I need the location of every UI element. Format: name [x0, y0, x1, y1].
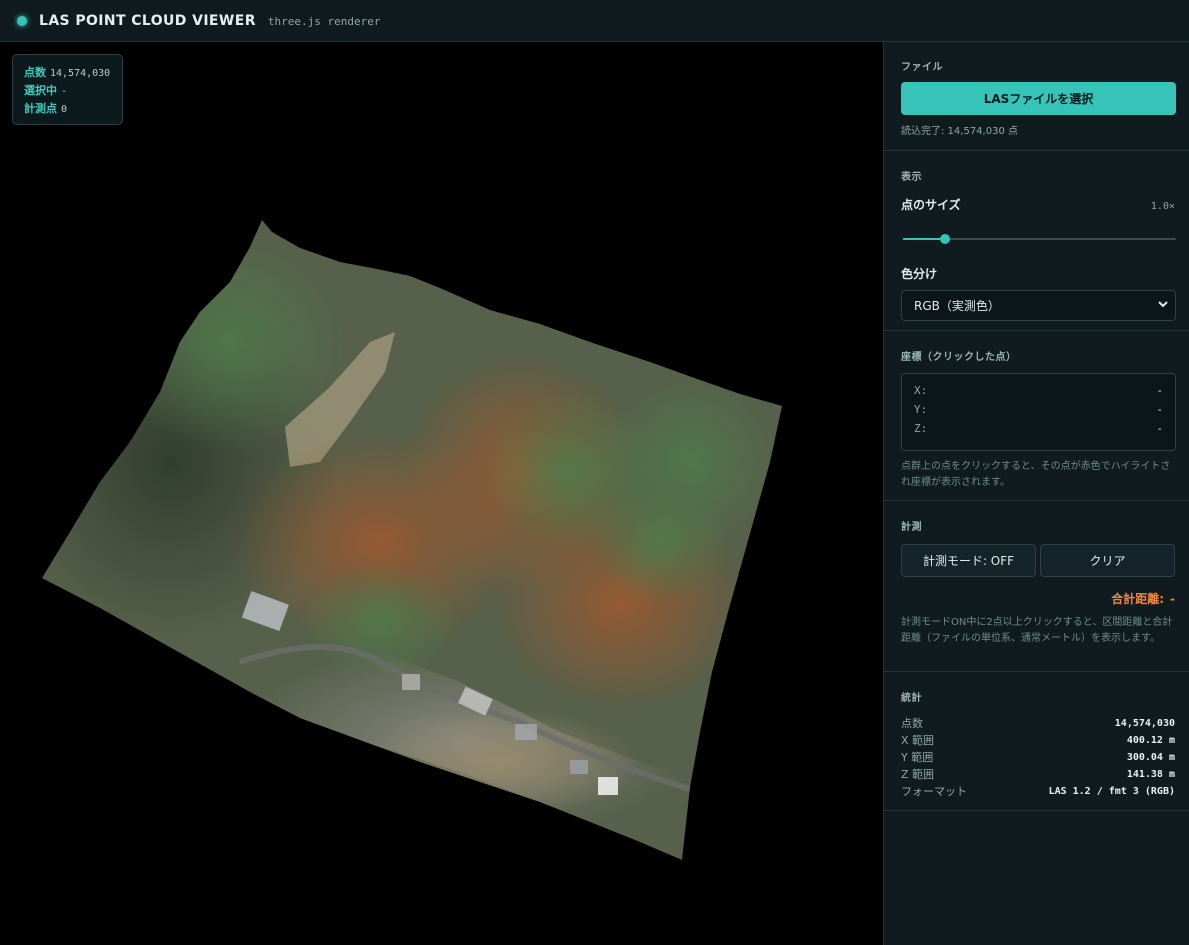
coordinate-help: 点群上の点をクリックすると、その点が赤色でハイライトされ座標が表示されます。	[901, 461, 1171, 488]
app-subtitle: three.js renderer	[267, 15, 381, 28]
clear-button[interactable]: クリア	[1040, 544, 1175, 577]
slider-fill	[903, 238, 946, 240]
stats-table: 点数 14,574,030 X 範囲 400.12 m Y 範囲 300.04 m Z…	[901, 715, 1175, 800]
measure-mode-button[interactable]: 計測モード: OFF	[901, 544, 1036, 577]
measure-buttons: 計測モード: OFF クリア	[901, 544, 1175, 577]
coordinate-readout: X: - Y: - Z: -	[901, 373, 1176, 451]
coord-x: X: -	[914, 384, 1163, 397]
select-las-file-button[interactable]: LASファイルを選択	[901, 82, 1176, 115]
statistics-section: 統計 点数 14,574,030 X 範囲 400.12 m Y 範囲 300.04 …	[884, 672, 1189, 811]
measure-section: 計測 計測モード: OFF クリア 合計距離: - 計測モードON中に2点以上クリ…	[884, 501, 1189, 672]
hud-selected: 選択中 -	[24, 84, 68, 97]
total-distance-label: 合計距離:	[1111, 592, 1165, 606]
coordinate-section: 座標（クリックした点） X: - Y: - Z: - 点群上の点をクリックすると、その…	[884, 331, 1189, 501]
display-section: 表示 点のサイズ 1.0× 色分け RGB（実測色）	[884, 151, 1189, 331]
section-title-measure: 計測	[901, 522, 922, 533]
app-title: LAS POINT CLOUD VIEWER	[39, 12, 256, 29]
color-mode-label: 色分け	[901, 267, 938, 281]
status-dot-icon	[17, 15, 27, 26]
section-title-stats: 統計	[901, 693, 922, 704]
section-title-coords: 座標（クリックした点）	[901, 352, 1017, 363]
section-title-file: ファイル	[901, 62, 943, 73]
slider-thumb[interactable]	[940, 234, 951, 244]
stat-row-format: フォーマット LAS 1.2 / fmt 3 (RGB)	[901, 785, 1175, 798]
color-mode-select[interactable]: RGB（実測色）	[901, 290, 1176, 321]
point-size-row: 点のサイズ 1.0×	[901, 196, 1175, 213]
stat-row-z-range: Z 範囲 141.38 m	[901, 768, 1175, 781]
point-size-label: 点のサイズ	[901, 198, 961, 212]
point-cloud-render[interactable]	[0, 42, 883, 945]
section-title-display: 表示	[901, 172, 922, 183]
stat-row-y-range: Y 範囲 300.04 m	[901, 751, 1175, 764]
color-mode-selected: RGB（実測色）	[914, 299, 1000, 313]
stat-row-x-range: X 範囲 400.12 m	[901, 734, 1175, 747]
total-distance-value: -	[1170, 592, 1175, 606]
hud-point-count: 点数 14,574,030	[24, 66, 111, 79]
stat-row-points: 点数 14,574,030	[901, 717, 1175, 730]
point-size-value: 1.0×	[1150, 201, 1175, 212]
load-status: 読込完了: 14,574,030 点	[901, 126, 1018, 137]
measure-help: 計測モードON中に2点以上クリックすると、区間距離と合計距離（ファイルの単位系、…	[901, 617, 1173, 644]
stats-overlay: 点数 14,574,030 選択中 - 計測点 0	[12, 54, 123, 125]
point-size-slider[interactable]	[901, 229, 1176, 249]
app-header: LAS POINT CLOUD VIEWER three.js renderer	[0, 0, 1189, 42]
control-panel: ファイル LASファイルを選択 読込完了: 14,574,030 点 表示 点の…	[883, 42, 1189, 945]
hud-measure-points: 計測点 0	[24, 102, 68, 115]
point-cloud-viewport[interactable]: 点数 14,574,030 選択中 - 計測点 0	[0, 42, 883, 945]
total-distance: 合計距離: -	[901, 590, 1175, 607]
file-section: ファイル LASファイルを選択 読込完了: 14,574,030 点	[884, 42, 1189, 151]
chevron-down-icon	[1157, 298, 1169, 313]
coord-z: Z: -	[914, 422, 1163, 435]
terrain-surface	[42, 220, 782, 860]
coord-y: Y: -	[914, 403, 1163, 416]
